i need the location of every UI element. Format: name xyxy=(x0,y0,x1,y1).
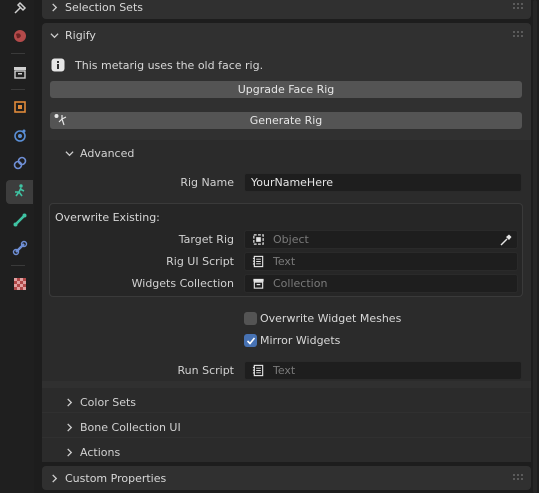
bone-collection-ui-title: Bone Collection UI xyxy=(80,420,181,434)
advanced-title: Advanced xyxy=(80,146,135,160)
rig-ui-script-placeholder: Text xyxy=(273,255,296,268)
object-icon xyxy=(12,99,28,118)
rigify-header[interactable]: Rigify xyxy=(42,23,531,47)
tab-collection[interactable] xyxy=(6,61,33,85)
tab-armature-data[interactable] xyxy=(6,180,33,204)
drag-handle-icon[interactable] xyxy=(513,3,525,11)
actions-header[interactable]: Actions xyxy=(63,445,120,459)
text-icon xyxy=(251,255,265,269)
rig-name-input[interactable]: YourNameHere xyxy=(244,173,522,192)
tab-bone[interactable] xyxy=(6,209,33,233)
info-row: This metarig uses the old face rig. xyxy=(51,57,263,73)
chevron-down-icon xyxy=(63,147,75,159)
chevron-right-icon xyxy=(48,1,60,13)
custom-properties-panel: Custom Properties xyxy=(42,466,531,490)
armature-icon xyxy=(54,113,68,127)
physics-icon xyxy=(12,127,28,146)
color-sets-header[interactable]: Color Sets xyxy=(63,395,136,409)
tab-tool[interactable] xyxy=(6,0,33,21)
tab-strip-divider xyxy=(34,0,42,493)
properties-tab-strip xyxy=(0,0,34,493)
custom-properties-header[interactable]: Custom Properties xyxy=(42,466,531,490)
custom-properties-title: Custom Properties xyxy=(65,471,167,485)
drag-handle-icon[interactable] xyxy=(513,474,525,482)
color-sets-title: Color Sets xyxy=(80,395,137,409)
advanced-header[interactable]: Advanced xyxy=(63,146,134,160)
selection-sets-header[interactable]: Selection Sets xyxy=(42,0,531,19)
armature-data-icon xyxy=(12,183,28,202)
bone-icon xyxy=(12,212,28,231)
generate-rig-label: Generate Rig xyxy=(249,114,323,127)
selection-sets-panel: Selection Sets xyxy=(42,0,531,19)
run-script-placeholder: Text xyxy=(273,364,296,377)
rig-name-label: Rig Name xyxy=(180,176,234,189)
run-script-field[interactable]: Text xyxy=(244,361,522,380)
target-rig-field[interactable]: Object xyxy=(244,230,518,249)
overwrite-widget-meshes-checkbox[interactable] xyxy=(244,312,257,325)
tab-physics[interactable] xyxy=(6,124,33,148)
bone-collection-ui-header[interactable]: Bone Collection UI xyxy=(63,420,181,434)
tab-world[interactable] xyxy=(6,25,33,49)
object-icon xyxy=(251,233,265,247)
text-icon xyxy=(251,364,265,378)
tab-constraints[interactable] xyxy=(6,152,33,176)
generate-rig-button[interactable]: Generate Rig xyxy=(50,112,522,129)
chevron-right-icon xyxy=(63,446,75,458)
widgets-collection-label: Widgets Collection xyxy=(131,277,234,290)
constraints-icon xyxy=(12,155,28,174)
widgets-collection-field[interactable]: Collection xyxy=(244,274,518,293)
mirror-widgets-label[interactable]: Mirror Widgets xyxy=(260,334,340,347)
overwrite-widget-meshes-label[interactable]: Overwrite Widget Meshes xyxy=(260,312,401,325)
selection-sets-title: Selection Sets xyxy=(65,0,143,14)
mirror-widgets-checkbox[interactable] xyxy=(244,334,257,347)
rig-ui-script-field[interactable]: Text xyxy=(244,252,518,271)
tab-object[interactable] xyxy=(6,96,33,120)
chevron-right-icon xyxy=(63,396,75,408)
info-message: This metarig uses the old face rig. xyxy=(75,58,264,72)
rig-ui-script-label: Rig UI Script xyxy=(166,255,234,268)
target-rig-label: Target Rig xyxy=(178,233,234,246)
chevron-down-icon xyxy=(48,29,60,41)
tab-texture[interactable] xyxy=(6,273,33,297)
world-icon xyxy=(12,28,28,47)
rigify-title: Rigify xyxy=(65,28,96,42)
info-icon xyxy=(51,58,65,72)
actions-title: Actions xyxy=(80,445,121,459)
widgets-collection-placeholder: Collection xyxy=(273,277,328,290)
bone-constraint-icon xyxy=(12,240,28,259)
collection-icon xyxy=(12,64,28,83)
upgrade-face-rig-button[interactable]: Upgrade Face Rig xyxy=(50,81,522,98)
scrollbar-track[interactable] xyxy=(533,0,537,493)
eyedropper-icon[interactable] xyxy=(499,233,513,247)
tool-icon xyxy=(12,0,28,19)
run-script-label: Run Script xyxy=(177,364,235,377)
overwrite-existing-title: Overwrite Existing: xyxy=(55,211,160,224)
drag-handle-icon[interactable] xyxy=(513,31,525,39)
checkmark-icon xyxy=(246,336,256,346)
chevron-right-icon xyxy=(63,421,75,433)
rig-name-value: YourNameHere xyxy=(251,176,334,189)
tab-bone-constraint[interactable] xyxy=(6,237,33,261)
collection-icon xyxy=(251,277,265,291)
texture-icon xyxy=(12,276,28,295)
chevron-right-icon xyxy=(48,472,60,484)
target-rig-placeholder: Object xyxy=(273,233,309,246)
